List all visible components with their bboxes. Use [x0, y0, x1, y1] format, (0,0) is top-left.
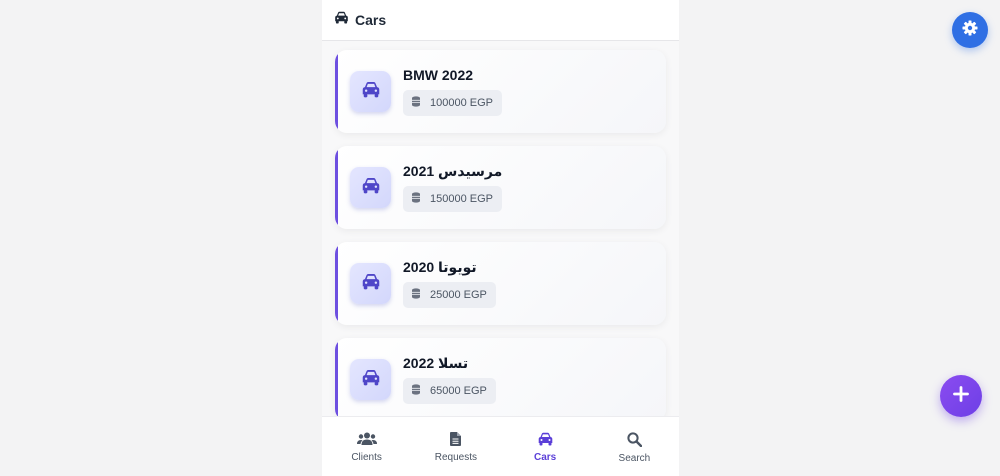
card-accent — [335, 338, 338, 421]
car-price: 100000 EGP — [430, 97, 493, 109]
car-card[interactable]: تسلا 2022 65000 EGP — [335, 338, 666, 421]
nav-item-clients[interactable]: Clients — [322, 417, 411, 476]
page-title: Cars — [355, 12, 387, 28]
car-name: تسلا 2022 — [403, 355, 469, 371]
coins-icon — [411, 288, 421, 302]
bottom-nav: Clients Requests Cars Search — [322, 416, 679, 476]
car-icon — [361, 81, 381, 103]
car-thumbnail — [350, 167, 391, 208]
nav-item-search[interactable]: Search — [590, 417, 679, 476]
nav-label: Clients — [351, 452, 382, 463]
add-car-button[interactable] — [940, 375, 982, 417]
car-price-badge: 100000 EGP — [403, 90, 502, 116]
car-price-badge: 65000 EGP — [403, 378, 496, 404]
car-name: تويوتا 2020 — [403, 259, 477, 275]
car-card[interactable]: BMW 2022 100000 EGP — [335, 50, 666, 133]
users-icon — [356, 432, 377, 449]
car-name: مرسيدس 2021 — [403, 163, 503, 179]
coins-icon — [411, 384, 421, 398]
car-card[interactable]: تويوتا 2020 25000 EGP — [335, 242, 666, 325]
cars-list: BMW 2022 100000 EGP مرسيدس 2021 150000 E… — [335, 50, 666, 434]
search-icon — [627, 432, 643, 450]
car-card[interactable]: مرسيدس 2021 150000 EGP — [335, 146, 666, 229]
nav-item-cars[interactable]: Cars — [501, 417, 590, 476]
car-icon — [361, 177, 381, 199]
car-icon — [361, 369, 381, 391]
coins-icon — [411, 96, 421, 110]
car-icon — [334, 11, 349, 29]
file-icon — [450, 432, 462, 449]
nav-label: Cars — [534, 452, 557, 463]
plus-icon — [953, 385, 969, 407]
car-thumbnail — [350, 263, 391, 304]
car-price: 65000 EGP — [430, 385, 487, 397]
card-accent — [335, 50, 338, 133]
card-accent — [335, 242, 338, 325]
app-panel: Cars BMW 2022 100000 EGP مرسيدس 2021 150… — [322, 0, 679, 476]
car-price: 25000 EGP — [430, 289, 487, 301]
page-header: Cars — [322, 0, 679, 41]
nav-label: Search — [618, 453, 651, 464]
car-price-badge: 150000 EGP — [403, 186, 502, 212]
car-price: 150000 EGP — [430, 193, 493, 205]
car-icon — [537, 432, 554, 449]
car-thumbnail — [350, 359, 391, 400]
coins-icon — [411, 192, 421, 206]
settings-button[interactable] — [952, 12, 988, 48]
car-icon — [361, 273, 381, 295]
car-thumbnail — [350, 71, 391, 112]
nav-label: Requests — [434, 452, 477, 463]
car-price-badge: 25000 EGP — [403, 282, 496, 308]
card-accent — [335, 146, 338, 229]
gear-icon — [962, 20, 978, 41]
nav-item-requests[interactable]: Requests — [411, 417, 500, 476]
car-name: BMW 2022 — [403, 67, 474, 83]
